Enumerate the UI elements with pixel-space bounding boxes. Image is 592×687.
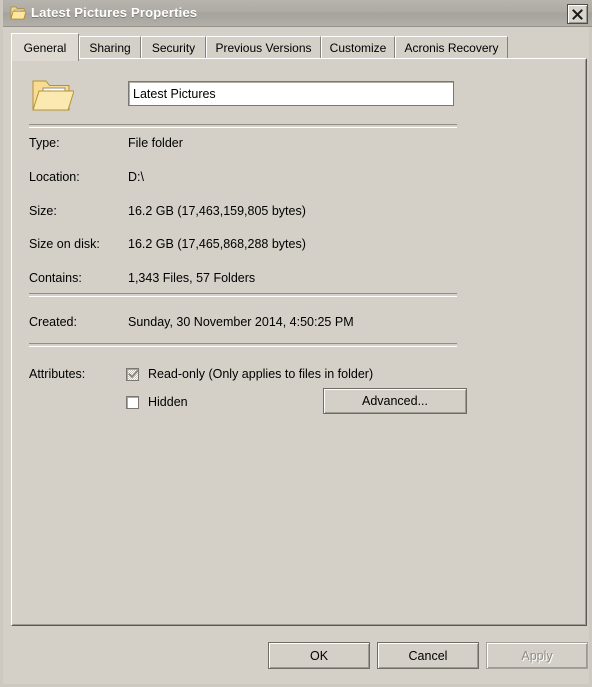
tab-strip: General Sharing Security Previous Versio… xyxy=(11,33,587,61)
apply-button-label: Apply xyxy=(521,648,553,663)
property-row-created: Created: Sunday, 30 November 2014, 4:50:… xyxy=(13,315,585,333)
advanced-button[interactable]: Advanced... xyxy=(323,388,467,414)
tab-label: Security xyxy=(151,41,196,55)
property-label: Location: xyxy=(29,170,80,184)
property-value: 1,343 Files, 57 Folders xyxy=(128,271,256,285)
property-label: Contains: xyxy=(29,271,82,285)
property-value: Sunday, 30 November 2014, 4:50:25 PM xyxy=(128,315,354,329)
property-row-type: Type: File folder xyxy=(13,136,585,154)
check-icon xyxy=(128,369,139,380)
property-row-location: Location: D:\ xyxy=(13,170,585,188)
folder-pictures-icon xyxy=(30,76,75,116)
section-divider xyxy=(29,124,457,128)
attributes-label: Attributes: xyxy=(29,367,86,381)
section-divider xyxy=(29,343,457,347)
apply-button: Apply xyxy=(486,642,588,669)
property-label: Size: xyxy=(29,204,57,218)
ok-button-label: OK xyxy=(309,648,329,663)
tab-label: Previous Versions xyxy=(215,41,312,55)
property-label: Type: xyxy=(29,136,60,150)
property-label: Created: xyxy=(29,315,77,329)
tab-acronis-recovery[interactable]: Acronis Recovery xyxy=(395,36,508,59)
readonly-checkbox[interactable] xyxy=(126,367,139,381)
tab-label: General xyxy=(23,40,67,55)
property-value: 16.2 GB (17,463,159,805 bytes) xyxy=(128,204,306,218)
property-label: Size on disk: xyxy=(29,237,100,251)
property-value: 16.2 GB (17,465,868,288 bytes) xyxy=(128,237,306,251)
close-button[interactable] xyxy=(567,4,588,24)
readonly-attribute-row[interactable]: Read-only (Only applies to files in fold… xyxy=(126,366,373,382)
tab-panel-general: Type: File folder Location: D:\ Size: 16… xyxy=(11,58,587,626)
tab-previous-versions[interactable]: Previous Versions xyxy=(206,36,321,59)
hidden-checkbox-label[interactable]: Hidden xyxy=(148,395,188,409)
hidden-checkbox[interactable] xyxy=(126,395,139,409)
window-title: Latest Pictures Properties xyxy=(31,5,198,20)
folder-name-input[interactable] xyxy=(128,81,454,106)
tab-label: Acronis Recovery xyxy=(404,41,499,55)
tab-label: Customize xyxy=(329,41,387,55)
cancel-button-label: Cancel xyxy=(408,648,448,663)
title-bar: Latest Pictures Properties xyxy=(3,0,592,27)
properties-dialog: Latest Pictures Properties General Shari… xyxy=(0,0,592,687)
tab-sharing[interactable]: Sharing xyxy=(79,36,141,59)
tab-customize[interactable]: Customize xyxy=(321,36,395,59)
advanced-button-label: Advanced... xyxy=(361,394,428,408)
readonly-checkbox-label[interactable]: Read-only (Only applies to files in fold… xyxy=(148,367,373,381)
folder-pictures-icon xyxy=(10,5,27,21)
dialog-button-bar: OK Cancel Apply xyxy=(3,634,592,687)
tab-label: Sharing xyxy=(89,41,131,55)
property-value: D:\ xyxy=(128,170,144,184)
property-row-contains: Contains: 1,343 Files, 57 Folders xyxy=(13,271,585,289)
property-value: File folder xyxy=(128,136,183,150)
section-divider xyxy=(29,293,457,297)
tab-panel-inner: Type: File folder Location: D:\ Size: 16… xyxy=(12,59,586,625)
tab-general[interactable]: General xyxy=(11,33,79,61)
property-row-size-on-disk: Size on disk: 16.2 GB (17,465,868,288 by… xyxy=(13,237,585,255)
hidden-attribute-row[interactable]: Hidden xyxy=(126,394,188,410)
close-icon xyxy=(572,8,583,20)
property-row-size: Size: 16.2 GB (17,463,159,805 bytes) xyxy=(13,204,585,222)
tab-security[interactable]: Security xyxy=(141,36,206,59)
cancel-button[interactable]: Cancel xyxy=(377,642,479,669)
ok-button[interactable]: OK xyxy=(268,642,370,669)
